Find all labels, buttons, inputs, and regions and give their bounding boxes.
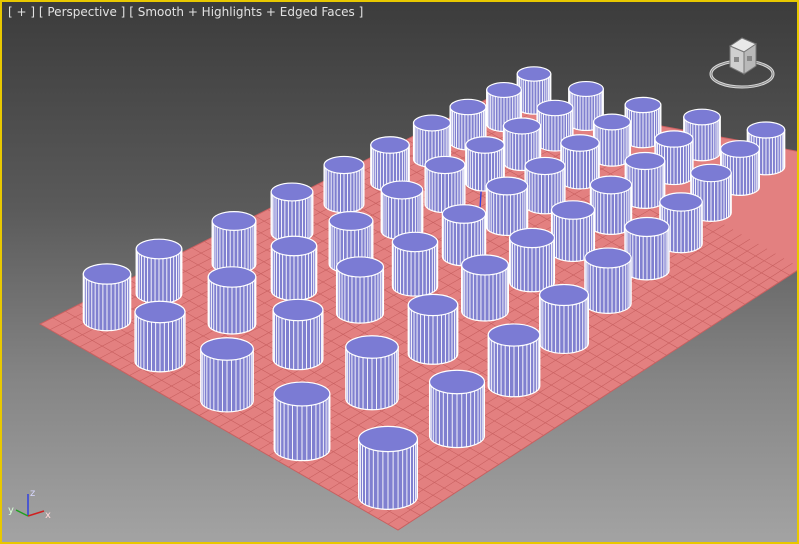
cylinder[interactable] (428, 369, 486, 449)
cylinder[interactable] (82, 263, 132, 332)
cylinder[interactable] (323, 155, 365, 214)
cylinder[interactable] (135, 238, 183, 305)
cylinder[interactable] (391, 231, 439, 297)
cylinder[interactable] (584, 247, 632, 314)
viewcube-icon[interactable] (708, 32, 778, 94)
viewport-label: [ + ] [ Perspective ] [ Smooth + Highlig… (8, 5, 363, 19)
cylinder[interactable] (407, 293, 459, 365)
axis-tripod-icon: z x y (8, 488, 51, 521)
cylinder[interactable] (487, 323, 541, 398)
cylinder[interactable] (358, 425, 419, 510)
viewport-menu-plus[interactable]: [ + ] (8, 5, 35, 19)
cylinder[interactable] (200, 337, 254, 413)
cylinder[interactable] (270, 182, 314, 243)
cylinder[interactable] (273, 381, 331, 462)
scene-canvas[interactable] (2, 2, 799, 544)
axis-y-label: y (8, 505, 14, 516)
cylinder[interactable] (508, 227, 556, 293)
perspective-viewport[interactable]: [ + ] [ Perspective ] [ Smooth + Highlig… (0, 0, 799, 544)
cylinder[interactable] (335, 256, 385, 324)
axis-x-label: x (45, 510, 51, 521)
viewport-shading-menu[interactable]: [ Smooth + Highlights + Edged Faces ] (129, 5, 363, 19)
cylinder[interactable] (272, 298, 324, 371)
cylinder[interactable] (538, 283, 590, 355)
cylinder[interactable] (207, 266, 257, 335)
viewport-view-menu[interactable]: [ Perspective ] (39, 5, 126, 19)
cylinder[interactable] (345, 335, 399, 411)
cylinder[interactable] (380, 180, 424, 241)
axis-z-label: z (30, 488, 35, 499)
cylinder[interactable] (485, 176, 529, 237)
cylinder[interactable] (211, 211, 257, 274)
cylinder[interactable] (270, 235, 318, 302)
cylinder[interactable] (424, 155, 466, 214)
cylinder[interactable] (134, 300, 186, 373)
cylinder[interactable] (461, 254, 509, 322)
